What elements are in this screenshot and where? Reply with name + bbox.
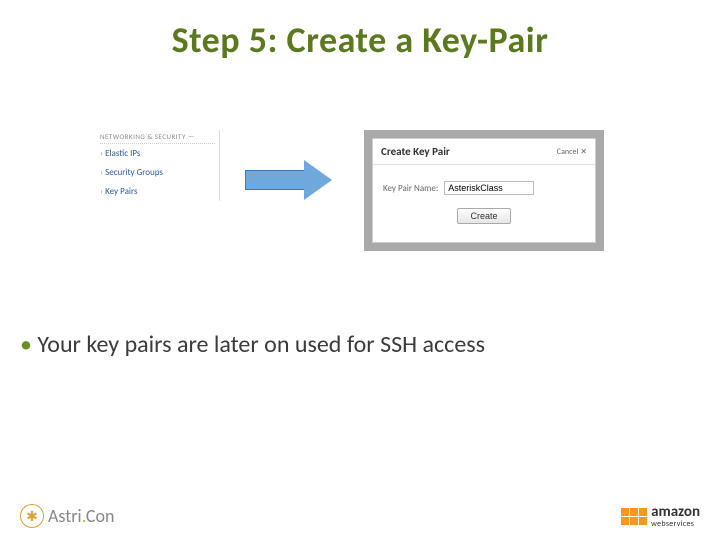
keypair-name-label: Key Pair Name: [383,183,438,194]
content-row: NETWORKING & SECURITY — Elastic IPs Secu… [0,130,720,290]
aws-logo: amazon webservices [621,505,700,528]
dialog-cancel-button[interactable]: Cancel ✕ [557,147,587,157]
dialog-frame: Create Key Pair Cancel ✕ Key Pair Name: … [364,130,604,251]
slide-title: Step 5: Create a Key-Pair [0,0,720,62]
astricon-logo: ✱ Astri.Con [20,504,114,528]
dialog-title: Create Key Pair [381,145,450,158]
create-keypair-dialog: Create Key Pair Cancel ✕ Key Pair Name: … [372,138,596,243]
create-button[interactable]: Create [457,208,510,224]
footer: ✱ Astri.Con amazon webservices [0,504,720,528]
nav-item-key-pairs[interactable]: Key Pairs [100,182,215,201]
aws-cubes-icon [621,508,647,525]
aws-nav-panel: NETWORKING & SECURITY — Elastic IPs Secu… [100,130,220,201]
bullet-text: Your key pairs are later on used for SSH… [37,330,485,359]
close-icon: ✕ [580,147,587,157]
bullet-line: • Your key pairs are later on used for S… [20,330,485,359]
keypair-name-input[interactable] [444,181,534,195]
arrow [220,130,360,200]
astricon-text: Astri.Con [48,505,114,527]
aws-text: amazon webservices [651,505,700,528]
nav-item-elastic-ips[interactable]: Elastic IPs [100,144,215,163]
nav-item-security-groups[interactable]: Security Groups [100,163,215,182]
asterisk-icon: ✱ [20,504,44,528]
cancel-label: Cancel [557,147,579,157]
dialog-body: Key Pair Name: Create [373,165,595,242]
dialog-titlebar: Create Key Pair Cancel ✕ [373,139,595,165]
nav-section-header: NETWORKING & SECURITY — [100,130,215,144]
bullet-dot: • [20,330,32,359]
